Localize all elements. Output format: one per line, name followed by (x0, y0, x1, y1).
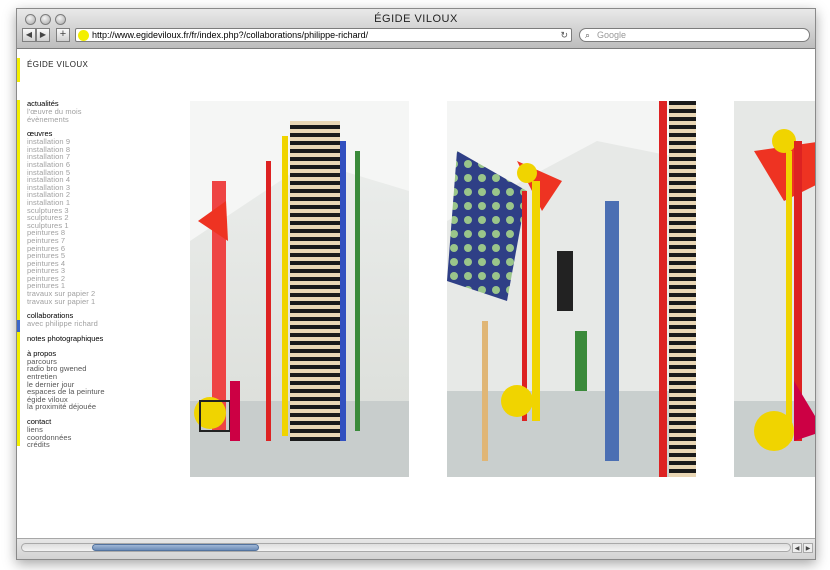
search-field[interactable]: ⌕ Google (579, 28, 810, 42)
scroll-thumb[interactable] (92, 544, 259, 551)
window-title: ÉGIDE VILOUX (374, 13, 458, 25)
scroll-left-icon[interactable]: ◀ (792, 543, 802, 553)
sidebar-section-heading[interactable]: notes photographiques (27, 334, 157, 343)
sidebar-section: contact liens coordonnées crédits (17, 418, 157, 449)
sidebar-nav: actualités l'œuvre du mois évènements œuvre… (17, 100, 157, 456)
sidebar-section-heading[interactable]: contact (27, 418, 157, 426)
sidebar-item[interactable]: crédits (27, 441, 157, 449)
back-button[interactable]: ◀ (22, 28, 36, 42)
installation-photo-1 (190, 101, 409, 477)
url-text[interactable]: http://www.egideviloux.fr/fr/index.php?/… (92, 29, 368, 42)
forward-button[interactable]: ▶ (36, 28, 50, 42)
sidebar-item[interactable]: avec philippe richard (27, 320, 157, 328)
title-accent (17, 58, 20, 82)
sidebar-item[interactable]: évènements (27, 115, 157, 124)
scroll-track[interactable] (21, 543, 791, 552)
sidebar-section: à propos parcours radio bro gwened entretie… (17, 349, 157, 411)
sidebar-section: œuvres installation 9 installation 8 instal… (17, 130, 157, 305)
add-bookmark-button[interactable]: + (56, 28, 70, 42)
artwork-photo-1[interactable] (190, 101, 409, 477)
sidebar-item[interactable]: travaux sur papier 1 (27, 298, 157, 306)
reload-icon[interactable]: ↻ (560, 29, 568, 42)
horizontal-scrollbar[interactable]: ◀ ▶ (17, 538, 815, 559)
sidebar-item[interactable]: la proximité déjouée (27, 403, 157, 411)
installation-photo-3 (734, 101, 815, 477)
artwork-photo-3[interactable] (734, 101, 815, 477)
search-icon: ⌕ (585, 30, 591, 40)
back-arrow-icon: ◀ (25, 30, 33, 39)
nav-buttons: ◀ ▶ + (22, 28, 70, 42)
sidebar-section: collaborations avec philippe richard (17, 312, 157, 333)
artwork-photo-2[interactable] (447, 101, 696, 477)
page-content: ÉGIDE VILOUX actualités l'œuvre du mois év… (17, 50, 815, 538)
browser-window: ÉGIDE VILOUX ◀ ▶ + http://www.egidevilou… (16, 8, 816, 560)
installation-photo-2 (447, 101, 696, 477)
scroll-arrows: ◀ ▶ (792, 543, 813, 553)
scroll-right-icon[interactable]: ▶ (803, 543, 813, 553)
forward-arrow-icon: ▶ (39, 30, 47, 39)
plus-icon: + (59, 28, 67, 40)
site-title[interactable]: ÉGIDE VILOUX (27, 60, 88, 69)
address-bar[interactable]: http://www.egideviloux.fr/fr/index.php?/… (75, 28, 572, 42)
active-section-marker (17, 320, 20, 333)
sidebar-section: actualités l'œuvre du mois évènements (17, 100, 157, 123)
sidebar-section: notes photographiques (17, 334, 157, 343)
title-bar: ÉGIDE VILOUX ◀ ▶ + http://www.egidevilou… (17, 9, 815, 49)
favicon-icon (78, 30, 89, 41)
search-placeholder: Google (597, 30, 627, 40)
